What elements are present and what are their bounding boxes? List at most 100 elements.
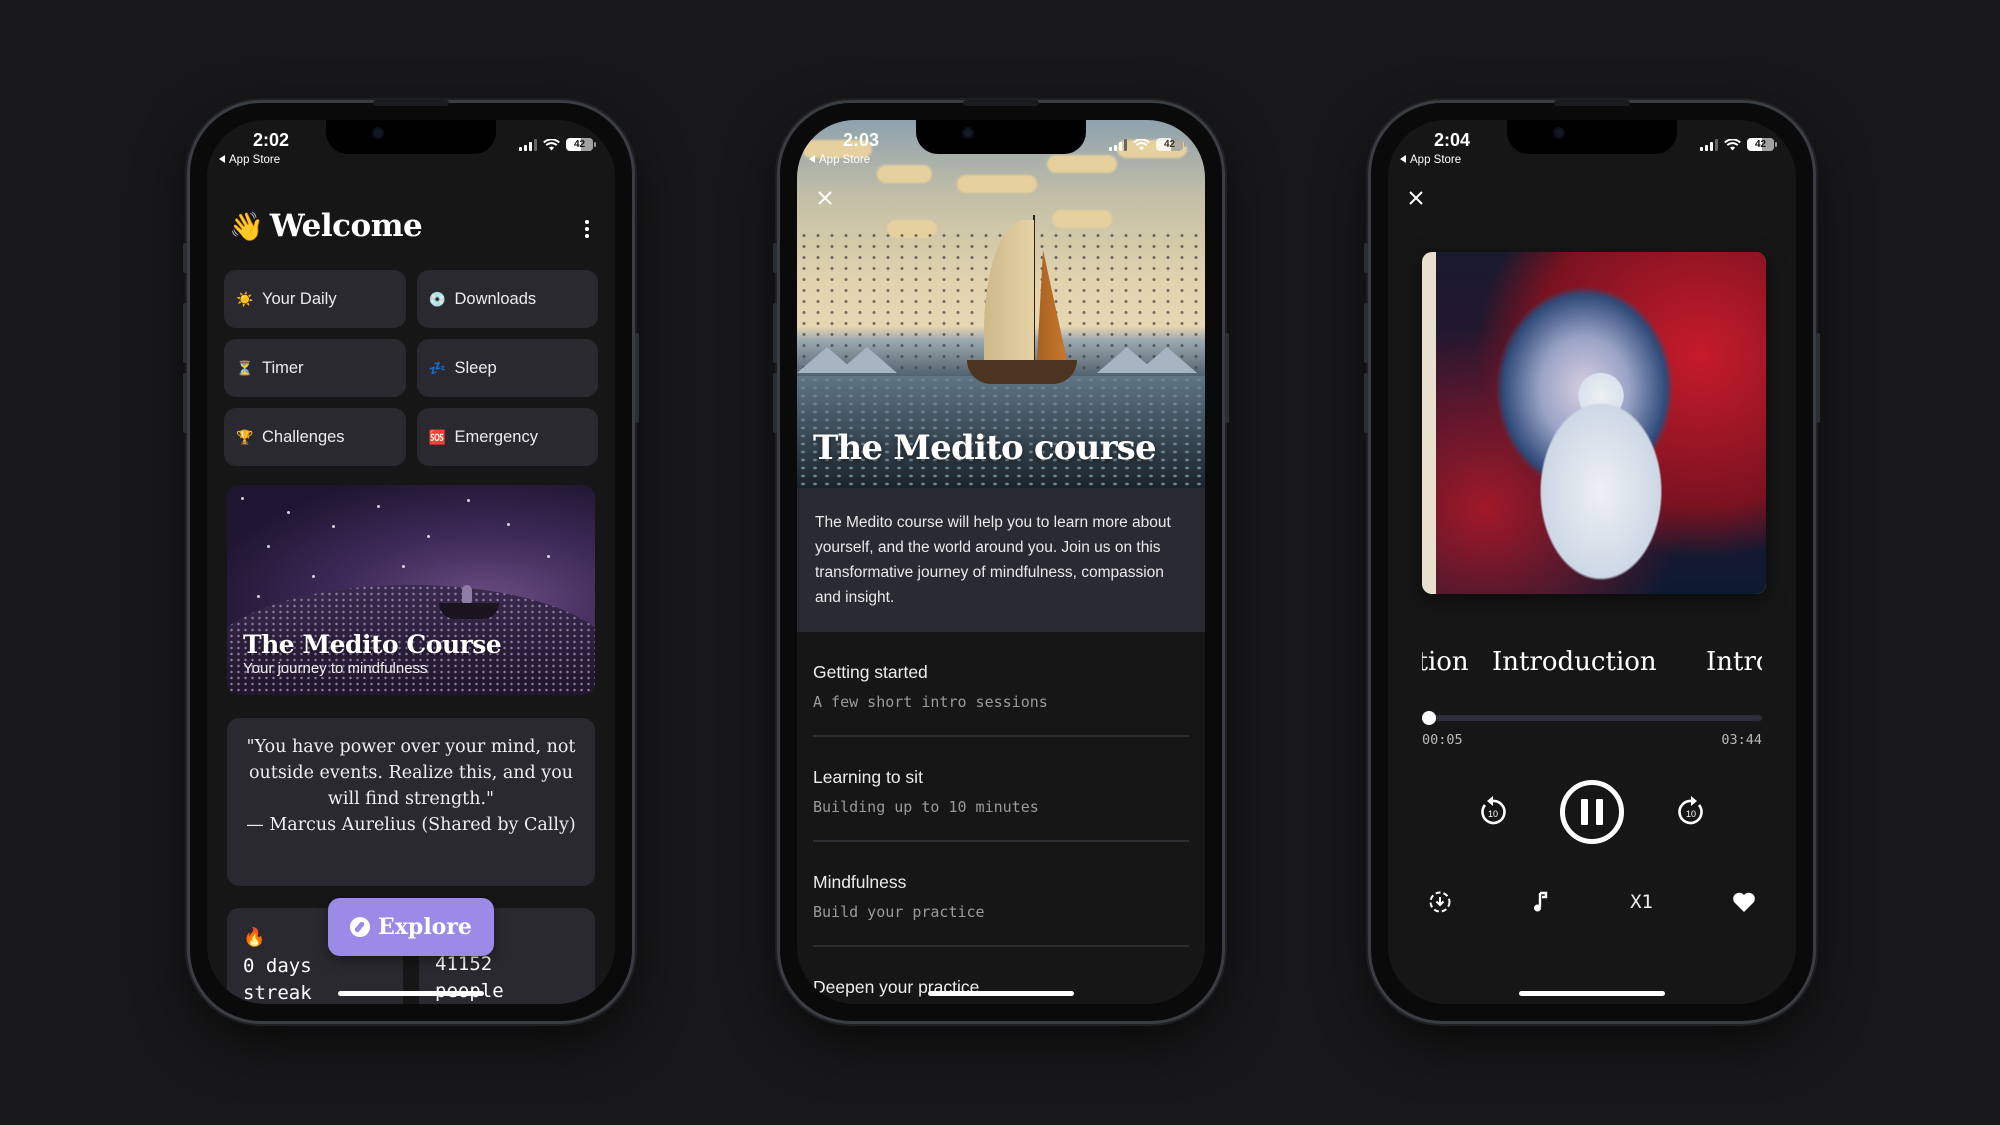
power-button bbox=[1816, 333, 1820, 423]
featured-course-subtitle: Your journey to mindfulness bbox=[243, 660, 428, 677]
notch bbox=[326, 120, 496, 154]
forward-10-icon[interactable]: 10 bbox=[1674, 795, 1708, 829]
sun-icon: ☀️ bbox=[236, 290, 254, 307]
explore-button[interactable]: Explore bbox=[328, 898, 494, 956]
status-time: 2:04 bbox=[1434, 130, 1471, 150]
back-triangle-icon bbox=[809, 155, 815, 163]
boat-illustration bbox=[439, 603, 499, 619]
speaker-grille bbox=[1554, 100, 1630, 106]
course-title: The Medito course bbox=[813, 428, 1157, 468]
section-subtitle: Build your practice bbox=[813, 903, 985, 921]
explore-label: Explore bbox=[378, 914, 472, 940]
svg-text:10: 10 bbox=[1488, 809, 1498, 819]
more-options-icon[interactable] bbox=[585, 220, 589, 238]
welcome-header: 👋 Welcome bbox=[229, 208, 423, 244]
playback-progress-bar[interactable] bbox=[1422, 711, 1762, 725]
hourglass-icon: ⏳ bbox=[236, 359, 254, 376]
front-camera bbox=[962, 127, 974, 139]
volume-down-button bbox=[773, 373, 777, 433]
speaker-grille bbox=[373, 100, 449, 106]
home-indicator[interactable] bbox=[1519, 991, 1665, 996]
phone-frame-player: 2:04 App Store 42 Introduction Introduct… bbox=[1364, 100, 1820, 1024]
section-mindfulness[interactable]: Mindfulness Build your practice bbox=[813, 842, 1189, 947]
playback-times: 00:05 03:44 bbox=[1422, 732, 1762, 748]
svg-text:10: 10 bbox=[1686, 809, 1696, 819]
section-learning-to-sit[interactable]: Learning to sit Building up to 10 minute… bbox=[813, 737, 1189, 842]
download-icon[interactable] bbox=[1428, 890, 1452, 914]
section-name: Getting started bbox=[813, 662, 928, 682]
back-label: App Store bbox=[1410, 154, 1462, 166]
background-sound-icon[interactable] bbox=[1531, 890, 1551, 914]
shortcut-challenges[interactable]: 🏆 Challenges bbox=[224, 408, 406, 466]
disc-icon: 💿 bbox=[428, 290, 446, 307]
battery-icon: 42 bbox=[1747, 138, 1777, 151]
mute-switch bbox=[773, 243, 777, 273]
back-to-app-store-link[interactable]: App Store bbox=[219, 154, 280, 166]
course-section-list: Getting started A few short intro sessio… bbox=[813, 632, 1189, 1004]
shortcut-sleep[interactable]: 💤 Sleep bbox=[416, 339, 598, 397]
home-screen: 2:02 App Store 42 👋 Welcome ☀️ Your Daily… bbox=[207, 120, 615, 1004]
shortcut-label: Sleep bbox=[454, 358, 497, 377]
section-name: Mindfulness bbox=[813, 872, 907, 892]
volume-down-button bbox=[183, 373, 187, 433]
track-title-next: Introduction bbox=[1706, 647, 1762, 677]
close-icon[interactable] bbox=[817, 190, 833, 206]
zzz-icon: 💤 bbox=[428, 359, 446, 376]
favorite-heart-icon[interactable] bbox=[1732, 891, 1756, 913]
home-indicator[interactable] bbox=[928, 991, 1074, 996]
speaker-grille bbox=[963, 100, 1039, 106]
notch bbox=[916, 120, 1086, 154]
player-extra-controls: X1 bbox=[1428, 890, 1756, 914]
shortcut-label: Timer bbox=[262, 358, 304, 377]
home-indicator[interactable] bbox=[338, 991, 484, 996]
quote-card: "You have power over your mind, not outs… bbox=[227, 718, 595, 886]
progress-knob[interactable] bbox=[1422, 711, 1437, 725]
power-button bbox=[1225, 333, 1229, 423]
shortcut-downloads[interactable]: 💿 Downloads bbox=[416, 270, 598, 328]
featured-course-card[interactable]: The Medito Course Your journey to mindfu… bbox=[227, 485, 595, 695]
streak-value: 0 days bbox=[243, 955, 312, 977]
shortcut-timer[interactable]: ⏳ Timer bbox=[224, 339, 406, 397]
close-icon[interactable] bbox=[1408, 190, 1424, 206]
front-camera bbox=[1553, 127, 1565, 139]
total-duration: 03:44 bbox=[1721, 732, 1762, 748]
shortcut-label: Downloads bbox=[454, 289, 537, 308]
cellular-signal-icon bbox=[519, 138, 537, 151]
mute-switch bbox=[183, 243, 187, 273]
mute-switch bbox=[1364, 243, 1368, 273]
track-title-carousel[interactable]: Introduction Introduction Introduction bbox=[1422, 643, 1762, 683]
waving-hand-icon: 👋 bbox=[229, 209, 264, 243]
shortcut-your-daily[interactable]: ☀️ Your Daily bbox=[224, 270, 406, 328]
playback-speed-button[interactable]: X1 bbox=[1630, 891, 1653, 913]
quote-text: "You have power over your mind, not outs… bbox=[246, 737, 576, 809]
back-to-app-store-link[interactable]: App Store bbox=[809, 154, 870, 166]
wifi-icon bbox=[1724, 138, 1741, 150]
player-screen: 2:04 App Store 42 Introduction Introduct… bbox=[1388, 120, 1796, 1004]
meditating-person-illustration bbox=[462, 585, 472, 603]
shortcut-emergency[interactable]: 🆘 Emergency bbox=[416, 408, 598, 466]
track-artwork bbox=[1422, 252, 1766, 594]
trophy-icon: 🏆 bbox=[236, 428, 254, 445]
back-to-app-store-link[interactable]: App Store bbox=[1400, 154, 1461, 166]
course-screen: 2:03 App Store 42 The Medito course The … bbox=[797, 120, 1205, 1004]
power-button bbox=[635, 333, 639, 423]
volume-up-button bbox=[1364, 303, 1368, 363]
shortcut-grid: ☀️ Your Daily 💿 Downloads ⏳ Timer 💤 Sleep 🏆 C… bbox=[224, 270, 598, 466]
cellular-signal-icon bbox=[1109, 138, 1127, 151]
page-title: Welcome bbox=[269, 208, 423, 244]
shortcut-label: Challenges bbox=[262, 427, 345, 446]
back-triangle-icon bbox=[1400, 155, 1406, 163]
sos-icon: 🆘 bbox=[428, 428, 446, 445]
section-name: Learning to sit bbox=[813, 767, 923, 787]
notch bbox=[1507, 120, 1677, 154]
section-subtitle: Building up to 10 minutes bbox=[813, 798, 1039, 816]
phone-frame-course: 2:03 App Store 42 The Medito course The … bbox=[773, 100, 1229, 1024]
back-triangle-icon bbox=[219, 155, 225, 163]
pause-button[interactable] bbox=[1560, 780, 1624, 844]
quote-author: — Marcus Aurelius (Shared by Cally) bbox=[246, 815, 576, 835]
rewind-10-icon[interactable]: 10 bbox=[1476, 795, 1510, 829]
section-getting-started[interactable]: Getting started A few short intro sessio… bbox=[813, 632, 1189, 737]
volume-up-button bbox=[773, 303, 777, 363]
shortcut-label: Emergency bbox=[454, 427, 538, 446]
battery-icon: 42 bbox=[566, 138, 596, 151]
